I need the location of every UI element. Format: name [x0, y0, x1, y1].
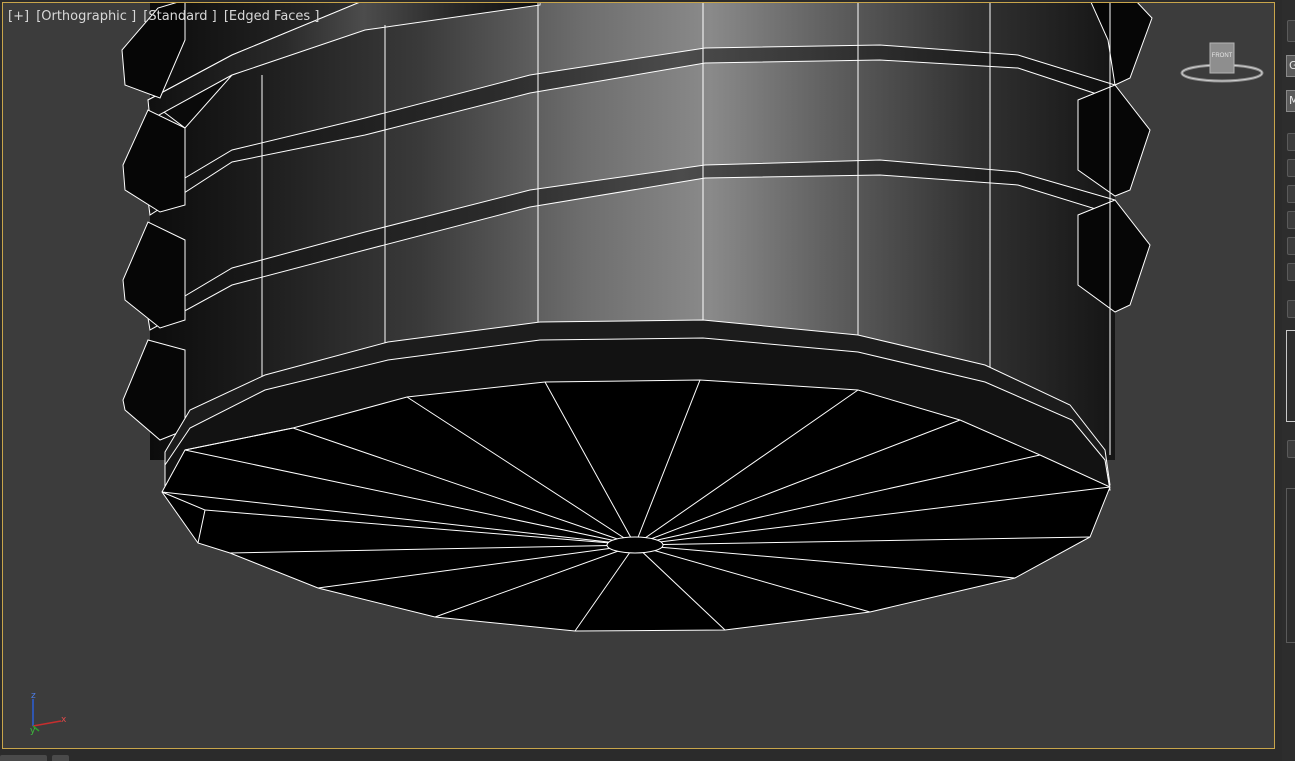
- viewport-view-menu[interactable]: [Orthographic ]: [36, 9, 136, 24]
- viewport-menu-plus[interactable]: [+]: [8, 9, 29, 24]
- axis-z-label: z: [31, 691, 36, 701]
- command-panel-button-4[interactable]: [1287, 211, 1295, 229]
- command-panel-button-1[interactable]: [1287, 133, 1295, 151]
- viewcube-front-face: FRONT: [1212, 53, 1233, 59]
- command-panel-field-m[interactable]: M: [1286, 90, 1295, 112]
- viewport-label[interactable]: [+] [Orthographic ] [Standard ] [Edged F…: [8, 9, 322, 24]
- bottom-bar: [0, 750, 1282, 761]
- command-panel-button-8[interactable]: [1287, 440, 1295, 458]
- viewport-shading-standard-menu[interactable]: [Standard ]: [143, 9, 216, 24]
- 3d-application-window: [+] [Orthographic ] [Standard ] [Edged F…: [0, 0, 1295, 761]
- viewport-scene[interactable]: [2, 2, 1275, 749]
- axis-tripod-icon: z x y: [23, 691, 73, 736]
- command-panel-list-frame[interactable]: [1286, 488, 1295, 643]
- bottom-bar-tab-2[interactable]: [52, 755, 69, 761]
- axis-x-label: x: [61, 715, 67, 725]
- command-panel-group-frame: [1286, 330, 1295, 422]
- command-panel-button-3[interactable]: [1287, 185, 1295, 203]
- viewcube[interactable]: FRONT: [1179, 39, 1267, 89]
- orthographic-viewport[interactable]: [+] [Orthographic ] [Standard ] [Edged F…: [2, 2, 1275, 749]
- command-panel-button-5[interactable]: [1287, 237, 1295, 255]
- command-panel-button-7[interactable]: [1287, 300, 1295, 318]
- command-panel-tab-button[interactable]: [1287, 20, 1295, 42]
- command-panel-field-g[interactable]: G: [1286, 55, 1295, 77]
- command-panel: G M: [1282, 0, 1295, 761]
- command-panel-button-2[interactable]: [1287, 159, 1295, 177]
- bottom-bar-tab-1[interactable]: [0, 755, 47, 761]
- command-panel-button-6[interactable]: [1287, 263, 1295, 281]
- viewport-display-edged-faces-menu[interactable]: [Edged Faces ]: [224, 9, 320, 24]
- axis-y-label: y: [30, 726, 36, 736]
